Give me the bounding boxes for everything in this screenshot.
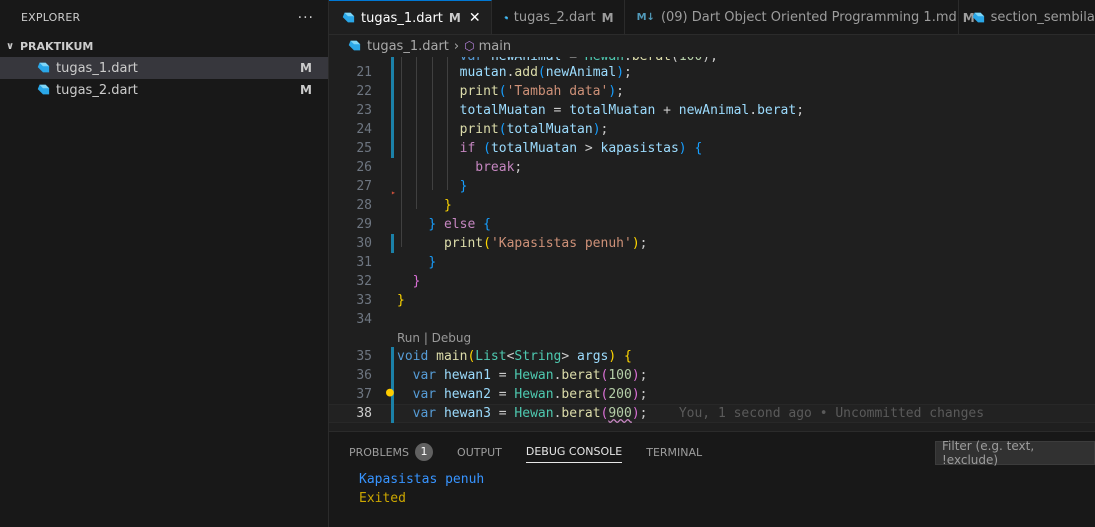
code-line: 29 } else { (329, 215, 1095, 234)
git-modified-bar (391, 101, 394, 120)
file-item-tugas-1[interactable]: tugas_1.dart M (0, 57, 328, 79)
git-modified-bar (391, 120, 394, 139)
tab-tugas-1[interactable]: tugas_1.dart M ✕ (329, 0, 492, 34)
tab-section-sembilan[interactable]: section_sembilan_ (959, 0, 1095, 34)
tab-debug-console[interactable]: DEBUG CONSOLE (525, 441, 623, 463)
dart-icon (37, 84, 50, 95)
line-number: 33 (356, 293, 372, 308)
git-modified-bar (391, 347, 394, 366)
code-editor[interactable]: var newAnimal = Hewan.berat(100); 21 mua… (329, 57, 1095, 431)
tab-problems[interactable]: PROBLEMS 1 (349, 432, 434, 472)
line-number: 27 (356, 179, 372, 194)
line-number: 30 (356, 236, 372, 251)
code-line: 28 } (329, 196, 1095, 215)
filter-input[interactable]: Filter (e.g. text, !exclude) (935, 439, 1095, 467)
git-modified-bar (391, 82, 394, 101)
modified-indicator: M (448, 11, 461, 25)
modified-badge: M (300, 61, 312, 75)
markdown-icon: M↓ (636, 12, 655, 23)
code-line: 30 print('Kapasistas penuh'); (329, 234, 1095, 253)
breadcrumb: tugas_1.dart › ⬡ main (329, 35, 1095, 57)
git-modified-bar (391, 63, 394, 82)
code-line: 31 } (329, 253, 1095, 272)
more-actions-icon[interactable]: ··· (298, 10, 314, 26)
modified-indicator: M (601, 10, 614, 25)
code-line: 27 ▸ } (329, 177, 1095, 197)
line-number: 29 (356, 217, 372, 232)
line-number: 31 (356, 255, 372, 270)
explorer-title: EXPLORER (21, 11, 81, 24)
chevron-down-icon: ∨ (6, 40, 15, 52)
debug-console-output: Kapasistas penuh Exited (329, 472, 1095, 510)
git-modified-bar (391, 404, 394, 423)
dart-icon (37, 62, 50, 73)
modified-badge: M (300, 83, 312, 97)
line-number: 22 (356, 84, 372, 99)
code-line: 33 } (329, 291, 1095, 310)
line-number: 38 (356, 406, 372, 421)
file-name: tugas_1.dart (56, 60, 138, 76)
line-number: 21 (356, 65, 372, 80)
explorer-header: EXPLORER ··· (0, 0, 328, 35)
tab-markdown-notes[interactable]: M↓ (09) Dart Object Oriented Programming… (625, 0, 975, 34)
file-item-tugas-2[interactable]: tugas_2.dart M (0, 79, 328, 101)
codelens-run-debug[interactable]: Run | Debug (397, 331, 471, 345)
dart-icon (348, 40, 361, 51)
line-number: 24 (356, 122, 372, 137)
dart-icon (342, 12, 355, 23)
code-line: 32 } (329, 272, 1095, 291)
code-line: 35 void main(List<String> args) { (329, 347, 1095, 366)
code-line: 22 print('Tambah data'); (329, 82, 1095, 101)
breadcrumb-file[interactable]: tugas_1.dart (367, 39, 449, 54)
tab-terminal[interactable]: TERMINAL (646, 432, 702, 472)
code-line: 36 var hewan1 = Hewan.berat(100); (329, 366, 1095, 385)
console-line: Exited (359, 491, 406, 506)
line-number: 36 (356, 368, 372, 383)
tab-label: section_sembilan_ (990, 10, 1095, 25)
tab-label: PROBLEMS (349, 445, 410, 459)
folder-praktikum[interactable]: ∨ PRAKTIKUM (0, 35, 328, 57)
code-line: 34 (329, 310, 1095, 329)
code-line: 23 totalMuatan = totalMuatan + newAnimal… (329, 101, 1095, 120)
code-line: 24 print(totalMuatan); (329, 120, 1095, 139)
code-line: 25 if (totalMuatan > kapasistas) { (329, 139, 1095, 158)
bottom-panel: PROBLEMS 1 OUTPUT DEBUG CONSOLE TERMINAL… (329, 431, 1095, 527)
git-modified-bar (391, 234, 394, 253)
line-number: 28 (356, 198, 372, 213)
git-modified-bar (391, 139, 394, 158)
console-line: Kapasistas penuh (359, 472, 485, 487)
line-number: 25 (356, 141, 372, 156)
tab-label: (09) Dart Object Oriented Programming 1.… (660, 10, 957, 25)
dart-icon (504, 15, 508, 19)
tab-tugas-2[interactable]: tugas_2.dart M (492, 0, 625, 34)
breadcrumb-symbol[interactable]: main (479, 39, 511, 54)
folder-label: PRAKTIKUM (20, 39, 94, 53)
code-line: 26 break; (329, 158, 1095, 177)
lightbulb-icon[interactable]: ● (386, 385, 394, 400)
git-modified-bar (391, 366, 394, 385)
tab-label: tugas_2.dart (513, 10, 596, 25)
explorer-sidebar: EXPLORER ··· ∨ PRAKTIKUM tugas_1.dart M … (0, 0, 329, 527)
code-line: 37 ● var hewan2 = Hewan.berat(200); (329, 385, 1095, 404)
line-number: 37 (356, 387, 372, 402)
chevron-right-icon: › (453, 38, 460, 54)
line-number: 23 (356, 103, 372, 118)
close-icon[interactable]: ✕ (469, 10, 481, 26)
line-number: 32 (356, 274, 372, 289)
dart-icon (972, 12, 984, 22)
line-number: 26 (356, 160, 372, 175)
editor-tabs: tugas_1.dart M ✕ tugas_2.dart M M↓ (09) … (329, 0, 1095, 35)
tab-output[interactable]: OUTPUT (457, 432, 502, 472)
tab-label: tugas_1.dart (361, 10, 443, 26)
git-blame-annotation: You, 1 second ago • Uncommitted changes (678, 406, 985, 421)
code-line-current: 38 var hewan3 = Hewan.berat(900); You, 1… (329, 404, 1095, 423)
code-line: 21 muatan.add(newAnimal); (329, 63, 1095, 82)
file-name: tugas_2.dart (56, 82, 138, 98)
line-number: 34 (356, 312, 372, 327)
problem-count-badge: 1 (415, 443, 434, 461)
symbol-method-icon: ⬡ (464, 39, 475, 53)
line-number: 35 (356, 349, 372, 364)
